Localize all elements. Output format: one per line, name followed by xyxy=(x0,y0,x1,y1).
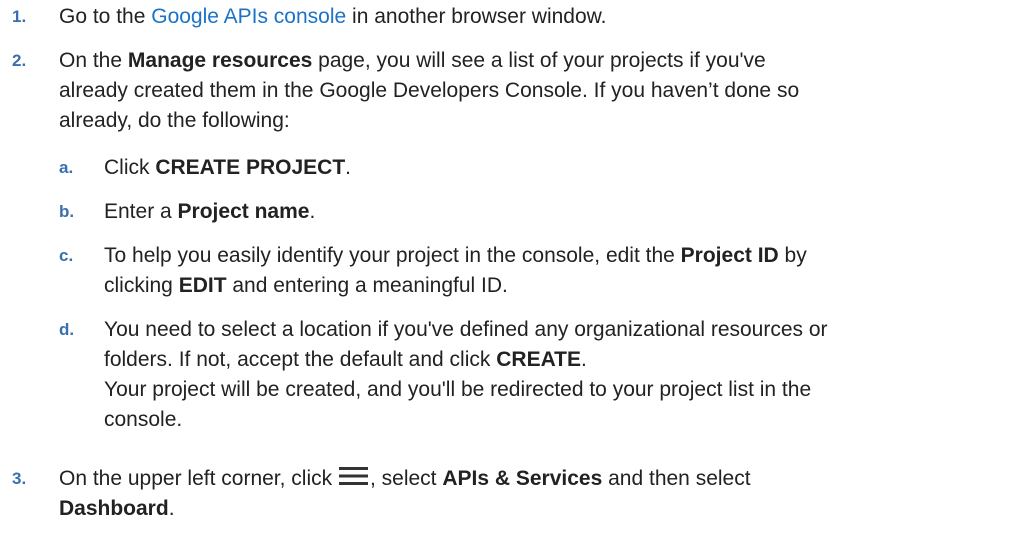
step-text: . xyxy=(345,156,351,179)
step-text: On the xyxy=(59,49,128,72)
step-text: in another browser window. xyxy=(346,5,607,28)
ui-term-manage-resources: Manage resources xyxy=(127,49,313,72)
step-text: and then select xyxy=(602,467,751,490)
step-3: 3. On the upper left corner, click , sel… xyxy=(12,464,1031,524)
ui-term-create-project: CREATE PROJECT xyxy=(155,156,346,179)
step-paragraph: On the Manage resources page, you will s… xyxy=(59,46,1031,136)
hamburger-menu-icon xyxy=(338,465,369,485)
step-text: To help you easily identify your project… xyxy=(104,244,681,267)
step-text: . xyxy=(309,200,316,223)
ui-term-create: CREATE xyxy=(496,348,582,371)
google-apis-console-link[interactable]: Google APIs console xyxy=(151,5,346,28)
step-text: already created them in the Google Devel… xyxy=(59,79,800,102)
step-text: Your project will be created, and you'll… xyxy=(104,378,812,401)
step-text: On the upper left corner, click xyxy=(59,467,338,490)
step-text: . xyxy=(581,348,587,371)
ui-term-project-id: Project ID xyxy=(680,244,779,267)
step-text: clicking xyxy=(104,274,179,297)
ui-term-apis-services: APIs & Services xyxy=(442,467,603,490)
substep-letter: a. xyxy=(59,158,74,177)
step-text: Enter a xyxy=(104,200,178,223)
step-2: 2. On the Manage resources page, you wil… xyxy=(12,46,1031,435)
step-text: already, do the following: xyxy=(59,109,290,132)
instructions-document: 1. Go to the Google APIs console in anot… xyxy=(0,0,1031,524)
step-text: by xyxy=(778,244,807,267)
step-text: . xyxy=(168,497,175,520)
ui-term-dashboard: Dashboard xyxy=(59,497,169,520)
step-text: You need to select a location if you've … xyxy=(104,318,828,341)
step-text: page, you will see a list of your projec… xyxy=(312,49,766,72)
step-text: and entering a meaningful ID. xyxy=(226,274,508,297)
step-text: , select xyxy=(369,467,443,490)
step-text: Go to the xyxy=(59,5,152,28)
step-text: console. xyxy=(104,408,183,431)
substep-letter: b. xyxy=(59,202,75,221)
step-1: 1. Go to the Google APIs console in anot… xyxy=(12,2,1031,32)
step-text: folders. If not, accept the default and … xyxy=(104,348,497,371)
substep-letter: d. xyxy=(59,320,75,339)
substep-d: d. You need to select a location if you'… xyxy=(59,315,1031,435)
substep-letter: c. xyxy=(59,246,74,265)
step-number: 2. xyxy=(12,51,27,70)
step-number: 1. xyxy=(12,7,27,26)
substep-b: b. Enter a Project name. xyxy=(59,197,1031,227)
substep-a: a. Click CREATE PROJECT. xyxy=(59,153,1031,183)
step-text: Click xyxy=(104,156,156,179)
substep-c: c. To help you easily identify your proj… xyxy=(59,241,1031,301)
step-number: 3. xyxy=(12,469,27,488)
ui-term-project-name: Project name xyxy=(177,200,310,223)
ui-term-edit: EDIT xyxy=(178,274,227,297)
